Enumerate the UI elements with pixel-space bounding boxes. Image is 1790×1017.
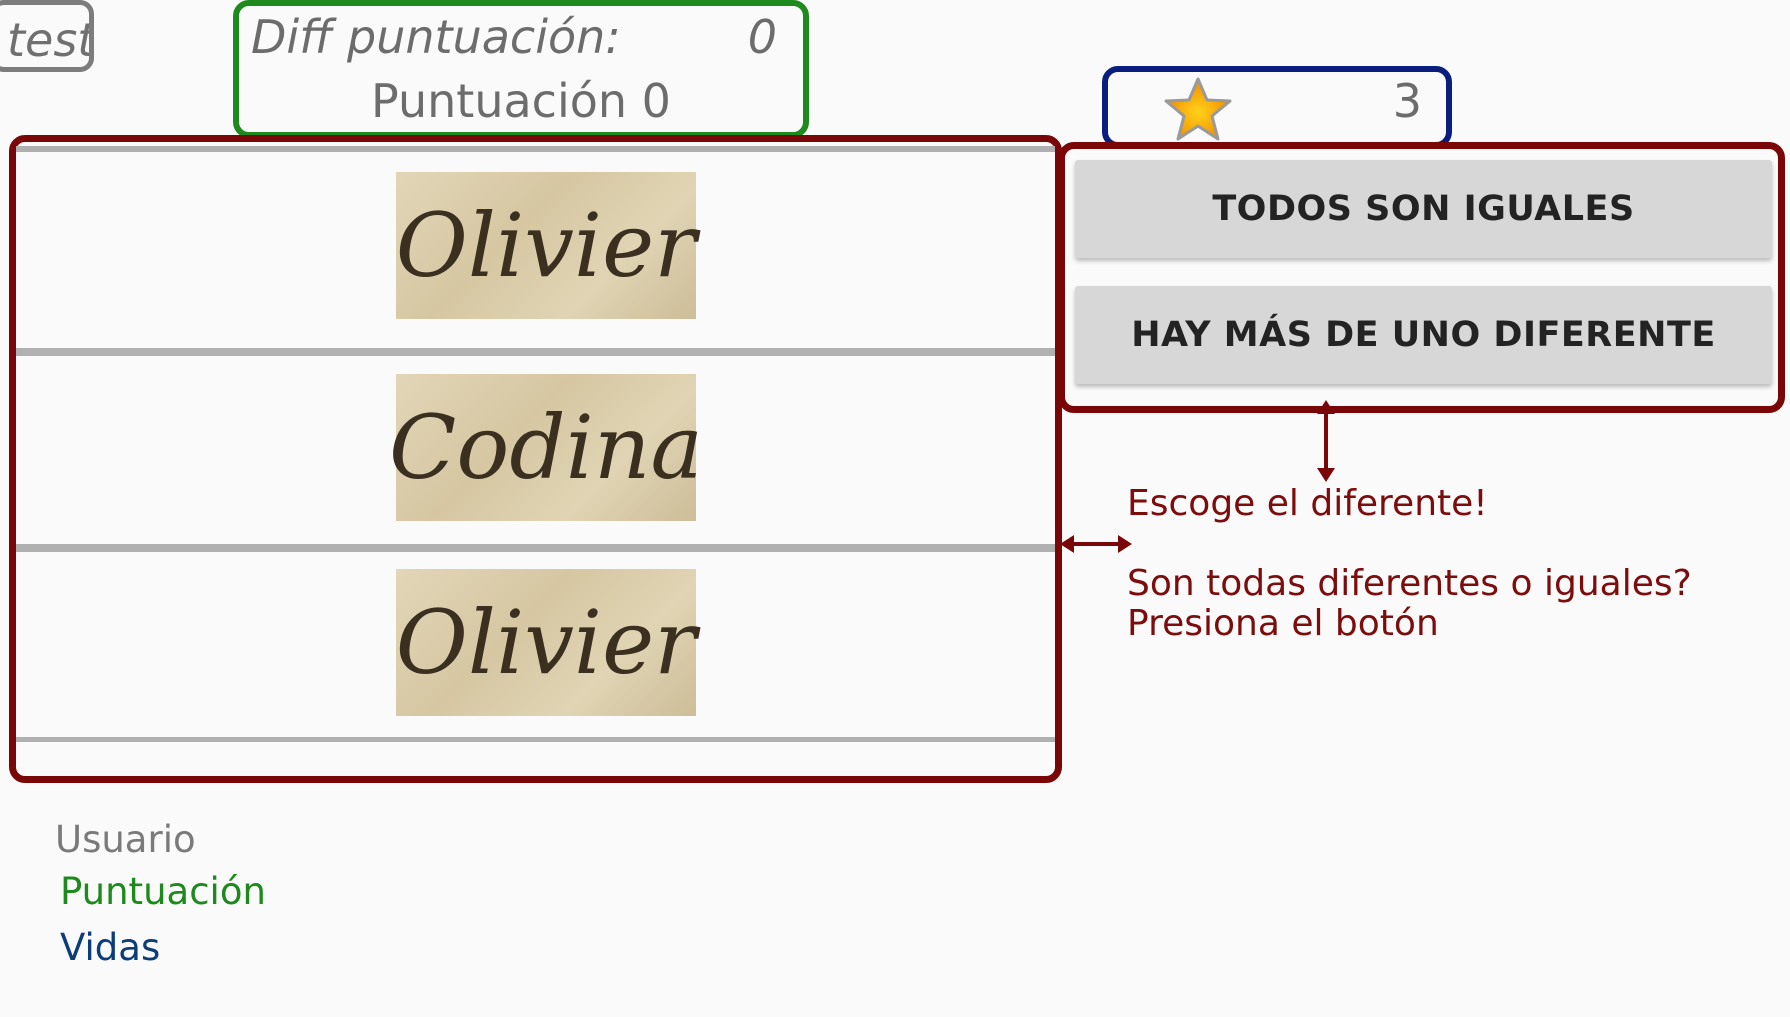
legend-user: Usuario <box>55 818 196 861</box>
question-hint-line1: Son todas diferentes o iguales? <box>1127 563 1692 604</box>
pick-different-hint: Escoge el diferente! <box>1127 483 1488 524</box>
legend-lives: Vidas <box>60 926 161 969</box>
question-hint-line2: Presiona el botón <box>1127 603 1439 644</box>
annotation-arrows <box>1060 400 1335 553</box>
legend-score: Puntuación <box>60 870 266 913</box>
